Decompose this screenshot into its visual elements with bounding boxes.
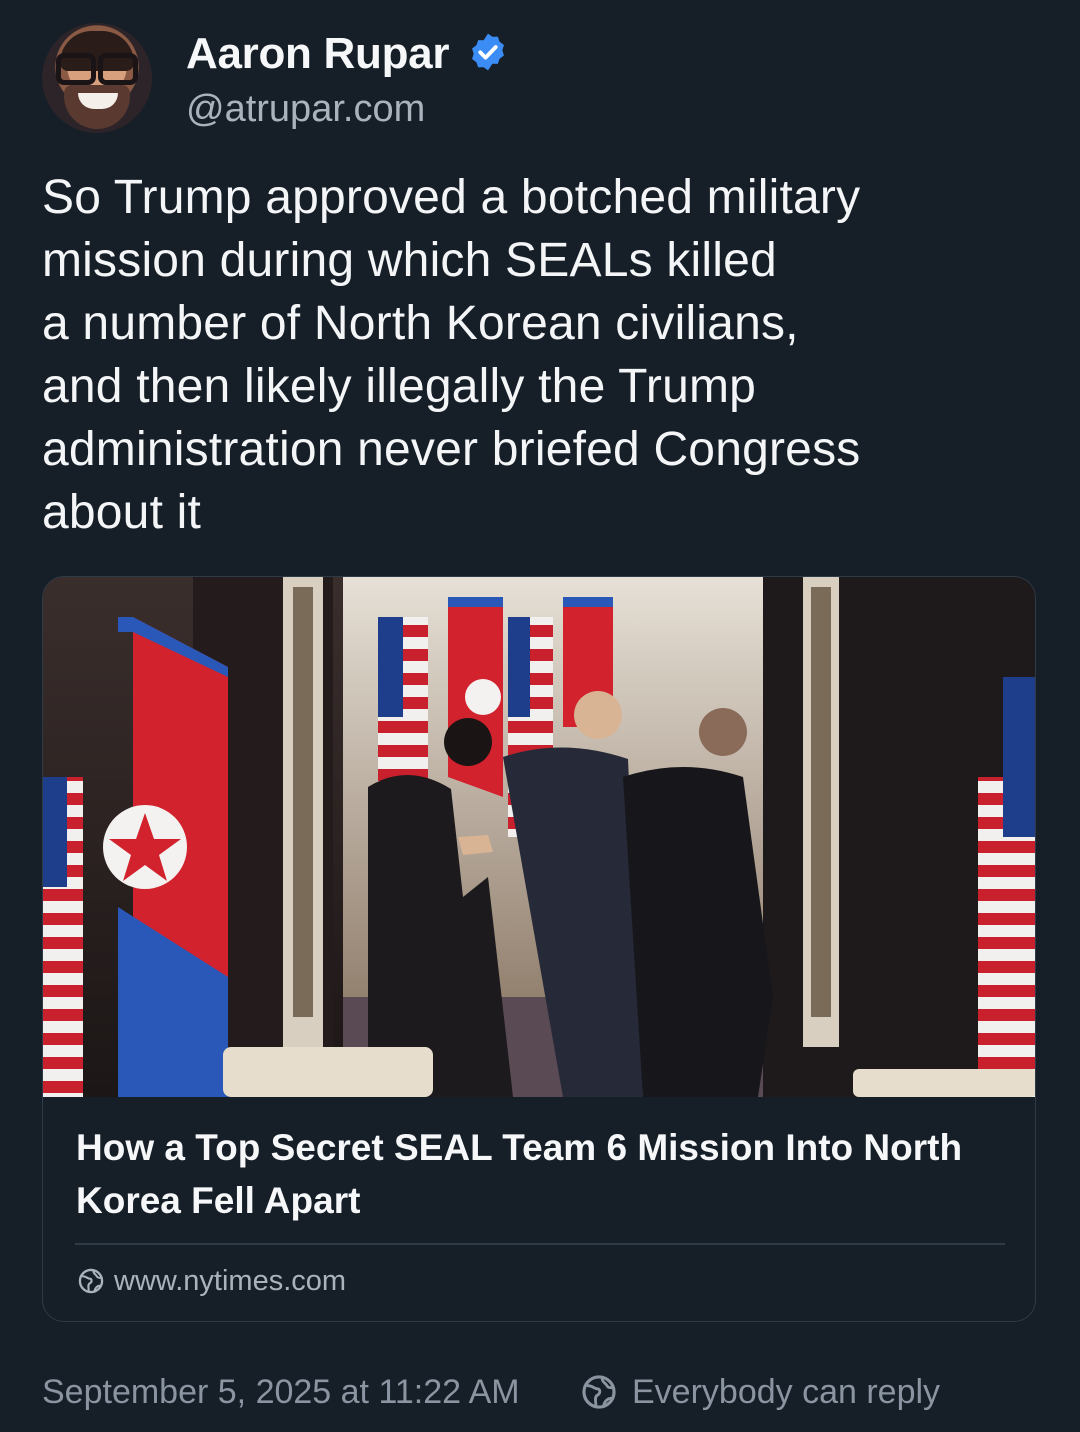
post-text: So Trump approved a botched military mis… — [42, 171, 861, 539]
verified-badge-icon — [472, 33, 504, 71]
author-avatar[interactable] — [42, 23, 152, 133]
link-card-title[interactable]: How a Top Secret SEAL Team 6 Mission Int… — [76, 1121, 996, 1227]
post-timestamp: September 5, 2025 at 11:22 AM — [42, 1373, 520, 1411]
globe-icon — [78, 1268, 104, 1294]
author-handle[interactable]: @atrupar.com — [186, 88, 425, 130]
reply-setting[interactable]: Everybody can reply — [632, 1370, 940, 1414]
globe-icon — [582, 1375, 616, 1409]
author-name[interactable]: Aaron Rupar — [186, 30, 449, 78]
avatar-glasses-left — [56, 53, 96, 85]
link-card-domain: www.nytimes.com — [114, 1265, 347, 1297]
link-card-image — [43, 577, 1035, 1097]
avatar-glasses-right — [98, 53, 138, 85]
link-card-divider — [75, 1243, 1005, 1245]
link-card[interactable]: How a Top Secret SEAL Team 6 Mission Int… — [42, 576, 1036, 1322]
